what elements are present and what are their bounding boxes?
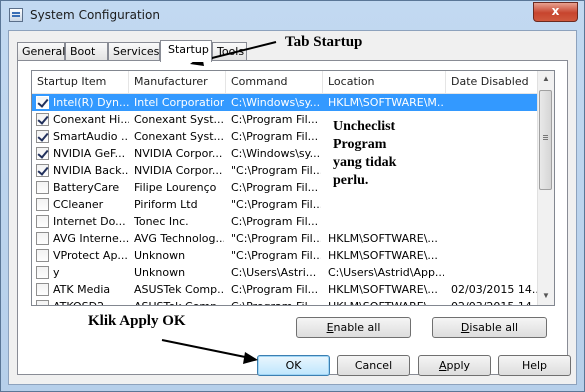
annotation-arrows xyxy=(161,41,277,364)
arrow-to-ok-button xyxy=(161,339,258,364)
tab-startup[interactable]: Startup xyxy=(160,40,212,62)
